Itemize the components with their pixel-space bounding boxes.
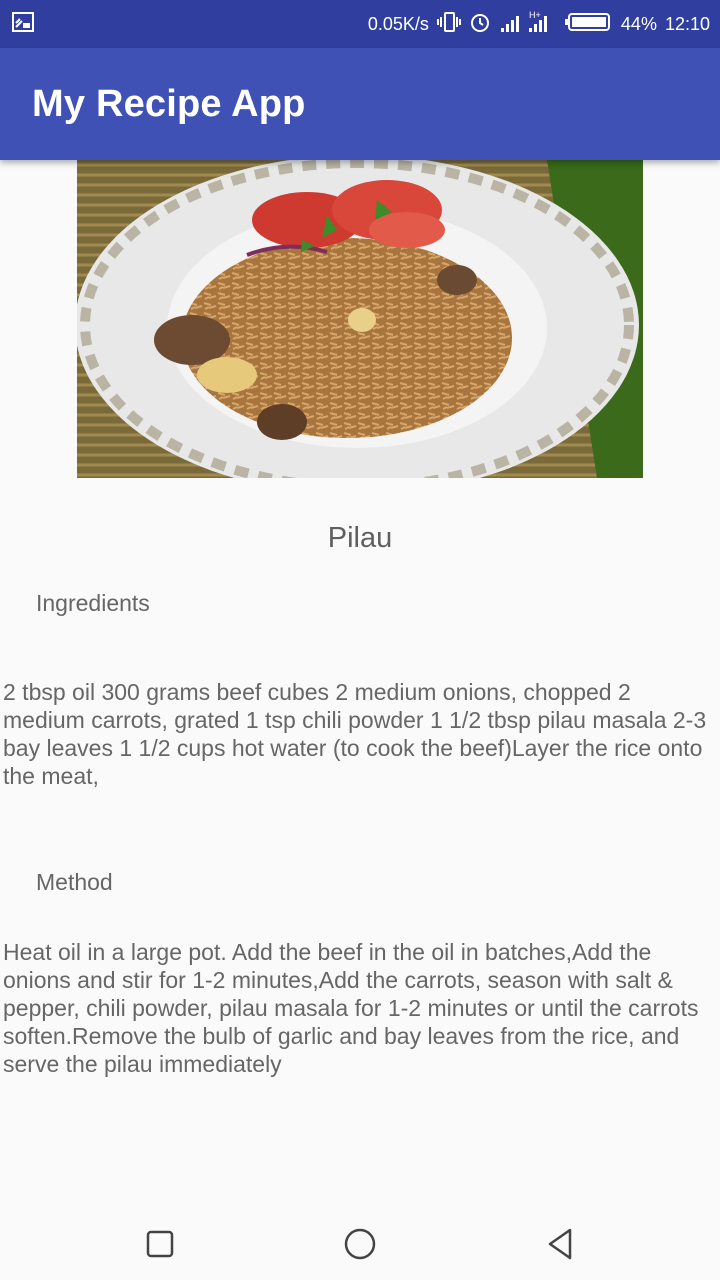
clock: 12:10	[664, 13, 710, 34]
status-left	[12, 11, 34, 37]
ingredients-label: Ingredients	[36, 590, 150, 616]
navigation-bar	[0, 1204, 720, 1280]
vibrate-icon	[436, 11, 461, 38]
recipe-detail: Pilau Ingredients 2 tbsp oil 300 grams b…	[0, 160, 720, 1204]
battery-percent: 44%	[620, 13, 657, 34]
alarm-icon	[469, 11, 491, 38]
recents-button[interactable]	[140, 1224, 180, 1264]
status-bar: 0.05K/s H+ 44% 12:10	[0, 0, 720, 48]
battery-icon	[564, 11, 613, 38]
method-text: Heat oil in a large pot. Add the beef in…	[3, 939, 699, 1077]
home-icon	[344, 1228, 376, 1260]
network-speed: 0.05K/s	[367, 13, 429, 34]
app-bar: My Recipe App	[0, 48, 720, 160]
network-type: H+	[529, 10, 541, 20]
status-right: 0.05K/s H+ 44% 12:10	[368, 10, 710, 39]
app-title: My Recipe App	[32, 82, 306, 125]
method-label: Method	[36, 869, 113, 895]
signal-icon: H+	[499, 10, 557, 39]
screencast-icon	[12, 11, 34, 37]
recipe-photo	[77, 160, 643, 478]
ingredients-text: 2 tbsp oil 300 grams beef cubes 2 medium…	[3, 679, 707, 789]
back-icon	[548, 1228, 572, 1260]
back-button[interactable]	[540, 1224, 580, 1264]
recents-icon	[146, 1230, 174, 1258]
home-button[interactable]	[340, 1224, 380, 1264]
recipe-title: Pilau	[327, 522, 393, 554]
